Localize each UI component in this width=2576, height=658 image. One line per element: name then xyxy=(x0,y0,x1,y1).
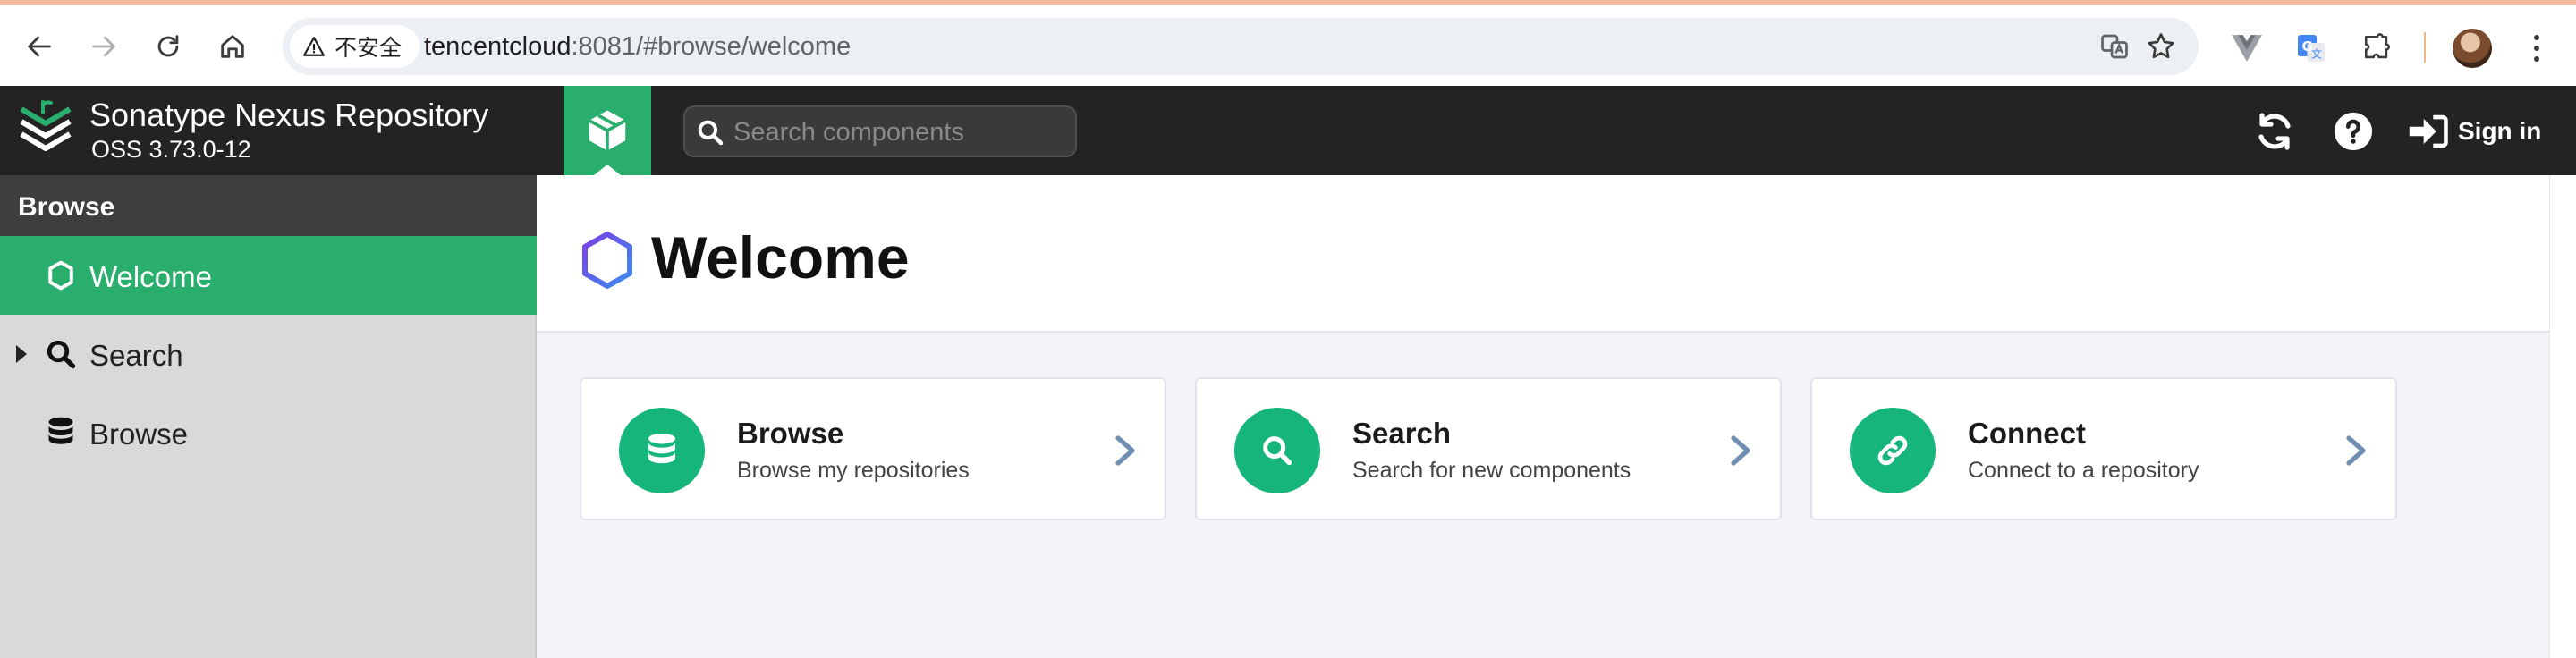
sidebar-item-label: Search xyxy=(89,339,183,372)
browser-toolbar: 不安全 tencentcloud:8081/#browse/welcome G文 xyxy=(0,0,2576,86)
chevron-right-icon xyxy=(1115,435,1135,466)
app-header: Sonatype Nexus Repository OSS 3.73.0-12 … xyxy=(0,86,2576,175)
card-title: Browse xyxy=(737,417,844,450)
sidebar: Browse Welcome Search Browse xyxy=(0,175,537,658)
vue-devtools-icon[interactable] xyxy=(2229,30,2265,66)
back-button[interactable] xyxy=(18,25,61,68)
card-description: Search for new components xyxy=(1352,458,1631,483)
sidebar-heading: Browse xyxy=(18,192,115,222)
card-description: Browse my repositories xyxy=(737,458,970,483)
card-title: Search xyxy=(1352,417,1452,450)
card-description: Connect to a repository xyxy=(1968,458,2199,483)
main-content: Welcome Browse Browse my repositories Se… xyxy=(537,175,2549,658)
browse-card[interactable]: Browse Browse my repositories xyxy=(580,377,1166,520)
home-button[interactable] xyxy=(211,25,254,68)
sidebar-item-label: Browse xyxy=(89,418,189,451)
component-search[interactable] xyxy=(683,105,1077,157)
forward-button[interactable] xyxy=(82,25,125,68)
bookmark-star-icon[interactable] xyxy=(2145,30,2177,63)
google-translate-icon[interactable]: G文 xyxy=(2293,30,2329,66)
scrollbar-track[interactable] xyxy=(2549,175,2576,658)
cube-icon xyxy=(588,110,627,151)
database-icon xyxy=(43,415,79,451)
url-text[interactable]: tencentcloud:8081/#browse/welcome xyxy=(424,32,851,62)
extensions-puzzle-icon[interactable] xyxy=(2360,30,2395,66)
search-input[interactable] xyxy=(733,114,1064,150)
welcome-hexagon-icon xyxy=(582,232,632,289)
refresh-button[interactable] xyxy=(2250,107,2299,156)
page: 不安全 tencentcloud:8081/#browse/welcome G文 xyxy=(0,0,2576,658)
page-title: Welcome xyxy=(651,224,910,291)
sign-in-label: Sign in xyxy=(2458,117,2542,145)
chevron-right-icon xyxy=(2346,435,2366,466)
security-chip[interactable]: 不安全 xyxy=(290,25,420,68)
arrow-left-icon xyxy=(28,36,51,57)
url-host: tencentcloud xyxy=(424,32,572,61)
address-bar[interactable]: 不安全 tencentcloud:8081/#browse/welcome xyxy=(283,18,2199,75)
url-path: :8081/#browse/welcome xyxy=(571,32,852,61)
sidebar-item-search[interactable]: Search xyxy=(0,315,537,393)
browser-menu-icon[interactable] xyxy=(2519,30,2555,66)
database-icon xyxy=(619,408,705,494)
sign-in-button[interactable]: Sign in xyxy=(2408,109,2541,154)
hexagon-icon xyxy=(43,257,79,293)
sidebar-header: Browse xyxy=(0,175,537,236)
brand[interactable]: Sonatype Nexus Repository OSS 3.73.0-12 xyxy=(0,86,537,175)
home-icon xyxy=(221,35,244,58)
connect-card[interactable]: Connect Connect to a repository xyxy=(1810,377,2397,520)
browse-mode-button[interactable] xyxy=(564,86,651,175)
card-title: Connect xyxy=(1968,417,2086,450)
refresh-icon xyxy=(2258,113,2291,150)
reload-button[interactable] xyxy=(147,25,190,68)
translate-icon[interactable] xyxy=(2098,30,2131,63)
security-label: 不安全 xyxy=(335,36,402,61)
help-button[interactable] xyxy=(2329,107,2377,156)
warning-icon xyxy=(303,37,325,56)
search-card[interactable]: Search Search for new components xyxy=(1195,377,1782,520)
profile-avatar[interactable] xyxy=(2453,29,2492,68)
search-icon xyxy=(43,336,79,372)
link-icon xyxy=(1850,408,1936,494)
help-icon xyxy=(2334,112,2373,151)
page-header: Welcome xyxy=(537,175,2549,333)
search-icon xyxy=(698,120,724,146)
expand-caret-icon[interactable] xyxy=(16,345,27,363)
sidebar-item-welcome[interactable]: Welcome xyxy=(0,236,537,315)
sidebar-item-browse[interactable]: Browse xyxy=(0,393,537,472)
nexus-logo-icon xyxy=(20,100,72,151)
app-title: Sonatype Nexus Repository xyxy=(89,97,489,133)
sidebar-item-label: Welcome xyxy=(89,260,212,293)
reload-icon xyxy=(157,35,179,57)
chevron-right-icon xyxy=(1731,435,1750,466)
arrow-right-icon xyxy=(92,36,115,57)
toolbar-divider xyxy=(2424,32,2426,63)
app-version: OSS 3.73.0-12 xyxy=(91,136,251,163)
svg-text:文: 文 xyxy=(2311,47,2322,61)
active-mode-caret xyxy=(594,164,621,175)
sign-in-icon xyxy=(2409,114,2448,148)
search-icon xyxy=(1234,408,1320,494)
